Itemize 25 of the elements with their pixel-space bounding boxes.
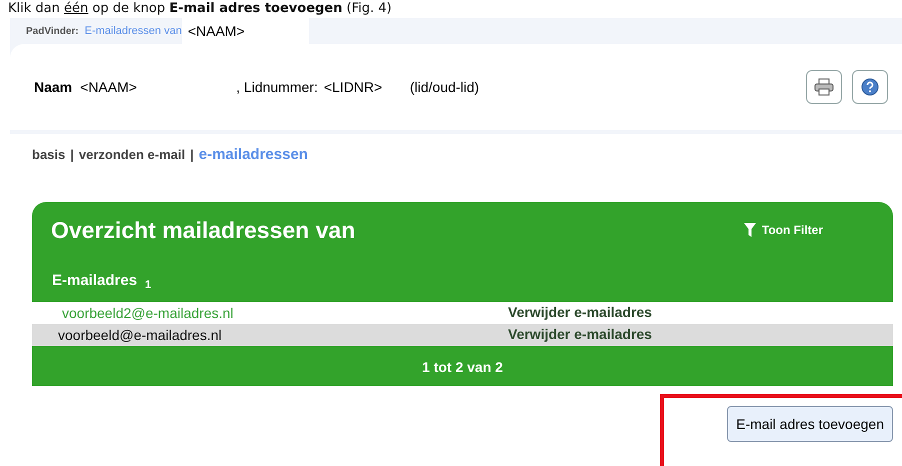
filter-icon bbox=[744, 223, 756, 237]
breadcrumb-name: <NAAM> bbox=[182, 18, 309, 44]
separator: | bbox=[190, 146, 194, 162]
nav-tab[interactable]: basis bbox=[32, 146, 66, 162]
email-cell-text: voorbeeld2@e-mailadres.nl bbox=[61, 305, 234, 321]
instruction-text: Klik dan één op de knop E-mail adres toevoegen (Fig. 4) bbox=[7, 0, 393, 18]
help-icon bbox=[861, 78, 879, 96]
separator: | bbox=[70, 146, 74, 162]
member-name: <NAAM> bbox=[80, 79, 138, 95]
delete-link[interactable]: Verwijder e-mailadres bbox=[508, 326, 652, 342]
email-cell-text: voorbeeld@e-mailadres.nl bbox=[57, 327, 223, 343]
member-status: (lid/oud-lid) bbox=[410, 79, 480, 95]
help-button[interactable] bbox=[852, 70, 888, 104]
delete-link[interactable]: Verwijder e-mailadres bbox=[508, 304, 652, 320]
member-number: <LIDNR> bbox=[324, 79, 384, 95]
panel-title: Overzicht mailadressen van bbox=[51, 216, 356, 244]
nav-tab[interactable]: verzonden e-mail bbox=[78, 146, 186, 162]
print-button[interactable] bbox=[806, 70, 842, 104]
printer-icon bbox=[814, 78, 834, 96]
member-number-label: , Lidnummer: bbox=[236, 79, 318, 95]
name-label: Naam bbox=[34, 79, 72, 95]
breadcrumb-label: PadVinder: bbox=[26, 26, 79, 36]
sort-index: 1 bbox=[145, 279, 152, 291]
add-email-button[interactable]: E-mail adres toevoegen bbox=[727, 406, 893, 442]
pager-text: 1 tot 2 van 2 bbox=[421, 358, 504, 377]
